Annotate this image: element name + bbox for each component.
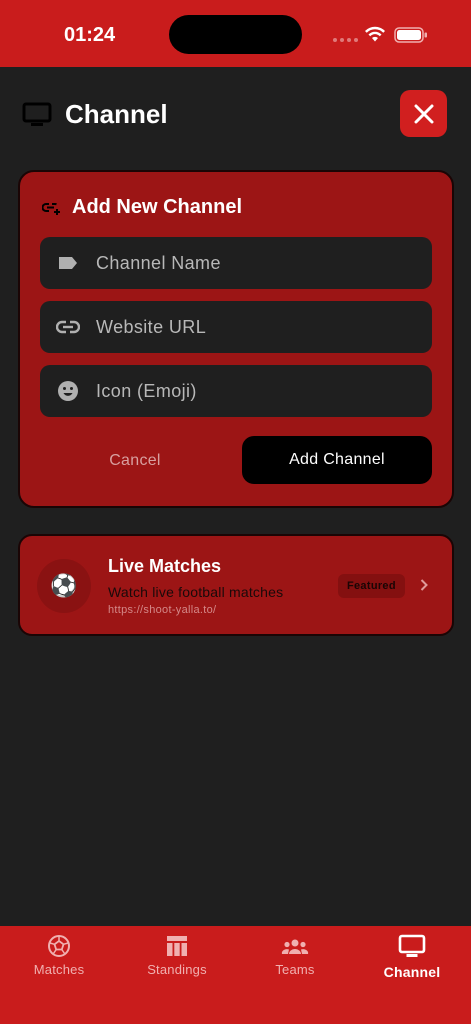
tab-label: Matches	[33, 962, 85, 977]
cancel-button[interactable]: Cancel	[60, 438, 210, 484]
close-button[interactable]	[400, 90, 447, 137]
emoji-icon	[58, 381, 78, 401]
channel-name: Live Matches	[108, 556, 222, 576]
tab-teams[interactable]: Teams	[236, 934, 354, 977]
tab-standings[interactable]: Standings	[118, 934, 236, 977]
channel-description: Watch live football matches	[108, 584, 284, 600]
add-channel-card: Add New Channel Channel Name Website URL…	[18, 170, 454, 508]
chevron-right-icon	[420, 579, 428, 591]
add-link-icon	[42, 202, 60, 215]
tab-label: Channel	[383, 964, 441, 980]
signal-icon	[333, 38, 358, 42]
wifi-icon	[365, 26, 385, 42]
status-time: 01:24	[64, 24, 116, 46]
soccer-ball-icon	[48, 935, 70, 957]
tag-icon	[59, 257, 77, 269]
page-title: Channel	[65, 99, 168, 129]
website-url-input[interactable]	[96, 316, 416, 338]
website-url-field[interactable]	[40, 301, 432, 353]
people-icon	[281, 939, 309, 954]
tab-label: Teams	[275, 962, 315, 977]
tv-icon	[398, 934, 426, 957]
icon-emoji-input[interactable]	[96, 380, 416, 402]
channel-name-input[interactable]	[96, 252, 416, 274]
featured-badge: Featured	[338, 574, 405, 598]
tab-matches[interactable]: Matches	[0, 934, 118, 977]
tab-bar: Matches Standings Teams Channel	[0, 926, 471, 1024]
add-channel-header: Add New Channel	[42, 196, 242, 219]
icon-emoji-field[interactable]	[40, 365, 432, 417]
link-icon	[56, 320, 80, 334]
channel-name-field[interactable]	[40, 237, 432, 289]
channel-avatar: ⚽	[37, 559, 91, 613]
page-header: Channel	[0, 67, 471, 167]
tab-channel[interactable]: Channel	[353, 934, 471, 980]
add-channel-title: Add New Channel	[72, 196, 243, 218]
tv-icon	[22, 102, 52, 126]
add-channel-button[interactable]: Add Channel	[242, 436, 432, 484]
battery-icon	[394, 27, 427, 43]
close-icon	[414, 104, 433, 123]
status-bar: 01:24	[0, 0, 471, 67]
dynamic-island	[169, 15, 302, 54]
table-icon	[167, 936, 187, 956]
channel-list-item[interactable]: ⚽ Live Matches Watch live football match…	[18, 534, 454, 636]
tab-label: Standings	[147, 962, 207, 977]
channel-url: https://shoot-yalla.to/	[108, 604, 217, 616]
